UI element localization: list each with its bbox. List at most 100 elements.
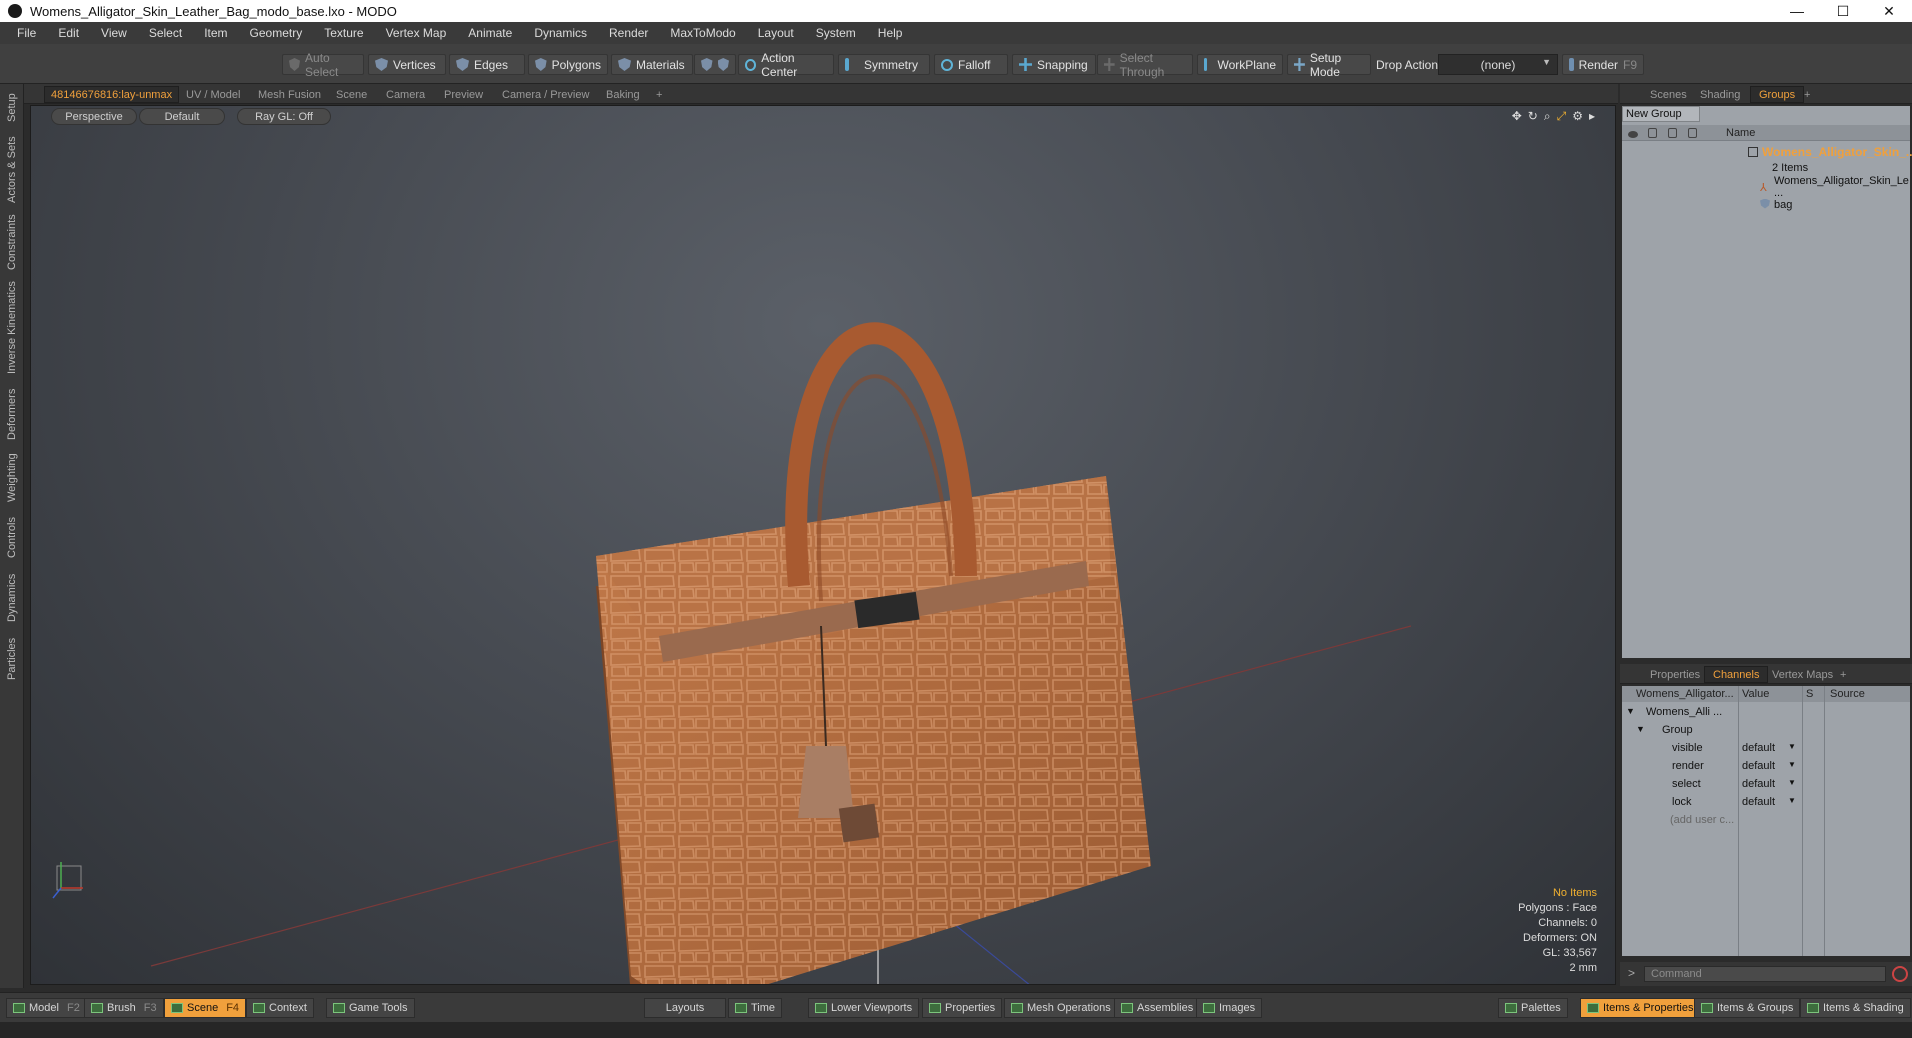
channel-group-row[interactable]: ▼ Group xyxy=(1622,722,1910,740)
properties-button[interactable]: Properties xyxy=(922,998,1003,1018)
chevron-down-icon[interactable]: ▼ xyxy=(1788,796,1796,805)
chevron-down-icon[interactable]: ▼ xyxy=(1788,778,1796,787)
tab-particles[interactable]: Particles xyxy=(3,632,21,686)
chevron-down-icon[interactable]: ▼ xyxy=(1788,742,1796,751)
pan-icon[interactable]: ✥ xyxy=(1512,109,1522,124)
menu-dynamics[interactable]: Dynamics xyxy=(523,26,598,40)
tab-scene[interactable]: Scene xyxy=(330,86,373,103)
tab-dynamics[interactable]: Dynamics xyxy=(3,570,21,626)
close-button[interactable]: ✕ xyxy=(1866,0,1912,22)
images-button[interactable]: Images xyxy=(1196,998,1263,1018)
drop-action-dropdown[interactable]: (none) ▼ xyxy=(1438,54,1558,75)
group-child-row[interactable]: ⅄ Womens_Alligator_Skin_Le ... xyxy=(1622,175,1910,199)
menu-render[interactable]: Render xyxy=(598,26,659,40)
items-properties-button[interactable]: Items & Properties xyxy=(1580,998,1701,1018)
layouts-button[interactable]: Layouts xyxy=(644,998,726,1018)
mesh-operations-button[interactable]: Mesh Operations xyxy=(1004,998,1118,1018)
3d-viewport[interactable]: Perspective Default Ray GL: Off ✥ ↻ ⌕ ⤢ … xyxy=(30,105,1616,985)
shading-mode-button[interactable]: Default xyxy=(139,108,225,125)
add-tab-button[interactable]: + xyxy=(1832,666,1854,683)
channel-row[interactable]: visible default ▼ xyxy=(1622,740,1910,758)
maximize-button[interactable]: ☐ xyxy=(1820,0,1866,22)
action-center-button[interactable]: Action Center xyxy=(738,51,834,79)
tab-properties[interactable]: Properties xyxy=(1642,666,1708,683)
menu-animate[interactable]: Animate xyxy=(457,26,523,40)
menu-system[interactable]: System xyxy=(805,26,867,40)
select-through-button[interactable]: Select Through xyxy=(1097,51,1193,79)
add-user-channel-row[interactable]: (add user c... xyxy=(1622,812,1910,830)
selection-sets-button[interactable] xyxy=(694,54,736,75)
polygons-button[interactable]: Polygons xyxy=(528,54,608,75)
symmetry-button[interactable]: Symmetry xyxy=(838,54,930,75)
falloff-button[interactable]: Falloff xyxy=(934,54,1008,75)
menu-help[interactable]: Help xyxy=(867,26,914,40)
menu-edit[interactable]: Edit xyxy=(47,26,90,40)
channel-row[interactable]: render default ▼ xyxy=(1622,758,1910,776)
channel-row[interactable]: lock default ▼ xyxy=(1622,794,1910,812)
tab-camera[interactable]: Camera xyxy=(380,86,431,103)
auto-select-button[interactable]: Auto Select xyxy=(282,51,364,79)
add-tab-button[interactable]: + xyxy=(650,86,668,103)
menu-select[interactable]: Select xyxy=(138,26,193,40)
zoom-icon[interactable]: ⌕ xyxy=(1544,109,1551,124)
minimize-button[interactable]: — xyxy=(1774,0,1820,22)
command-input[interactable]: Command xyxy=(1644,966,1886,982)
tab-constraints[interactable]: Constraints xyxy=(3,212,21,272)
arrow-right-icon[interactable]: ▸ xyxy=(1589,109,1595,124)
tab-setup[interactable]: Setup xyxy=(3,88,21,128)
tab-channels[interactable]: Channels xyxy=(1704,666,1769,683)
group-child-row[interactable]: bag xyxy=(1622,196,1910,214)
add-tab-button[interactable]: + xyxy=(1796,86,1818,103)
tab-preview[interactable]: Preview xyxy=(438,86,489,103)
workplane-button[interactable]: WorkPlane xyxy=(1197,54,1283,75)
menu-maxtomodo[interactable]: MaxToModo xyxy=(659,26,746,40)
expand-icon[interactable]: ▼ xyxy=(1636,724,1645,734)
fit-icon[interactable]: ⤢ xyxy=(1557,109,1567,124)
setup-mode-button[interactable]: Setup Mode xyxy=(1287,51,1371,79)
vertices-button[interactable]: Vertices xyxy=(368,54,446,75)
brush-layout-button[interactable]: Brush F3 xyxy=(84,998,164,1018)
view-mode-button[interactable]: Perspective xyxy=(51,108,137,125)
materials-button[interactable]: Materials xyxy=(611,54,693,75)
menu-texture[interactable]: Texture xyxy=(313,26,374,40)
game-tools-button[interactable]: Game Tools xyxy=(326,998,415,1018)
new-group-button[interactable]: New Group xyxy=(1622,106,1700,122)
menu-file[interactable]: File xyxy=(6,26,47,40)
tab-shading[interactable]: Shading xyxy=(1692,86,1748,103)
lower-viewports-button[interactable]: Lower Viewports xyxy=(808,998,920,1018)
tab-vertex-maps[interactable]: Vertex Maps xyxy=(1764,666,1841,683)
chevron-down-icon[interactable]: ▼ xyxy=(1788,760,1796,769)
items-shading-button[interactable]: Items & Shading xyxy=(1800,998,1911,1018)
channel-item-row[interactable]: ▼ Womens_Alli ... xyxy=(1622,704,1910,722)
tab-actors-sets[interactable]: Actors & Sets xyxy=(3,134,21,206)
assemblies-button[interactable]: Assemblies xyxy=(1114,998,1201,1018)
tab-weighting[interactable]: Weighting xyxy=(3,450,21,506)
menu-vertex-map[interactable]: Vertex Map xyxy=(375,26,458,40)
menu-view[interactable]: View xyxy=(90,26,138,40)
items-groups-button[interactable]: Items & Groups xyxy=(1694,998,1801,1018)
tab-scenes[interactable]: Scenes xyxy=(1642,86,1695,103)
tab-lay-unmax[interactable]: 48146676816:lay-unmax xyxy=(44,86,180,103)
tab-baking[interactable]: Baking xyxy=(600,86,646,103)
channel-row[interactable]: select default ▼ xyxy=(1622,776,1910,794)
rotate-icon[interactable]: ↻ xyxy=(1528,109,1538,124)
channel-value[interactable]: default xyxy=(1742,778,1775,790)
channel-value[interactable]: default xyxy=(1742,796,1775,808)
menu-item[interactable]: Item xyxy=(193,26,238,40)
tab-camera-preview[interactable]: Camera / Preview xyxy=(496,86,595,103)
channel-value[interactable]: default xyxy=(1742,760,1775,772)
time-button[interactable]: Time xyxy=(728,998,783,1018)
tab-controls[interactable]: Controls xyxy=(3,512,21,564)
raygl-button[interactable]: Ray GL: Off xyxy=(237,108,331,125)
edges-button[interactable]: Edges xyxy=(449,54,525,75)
channel-value[interactable]: default xyxy=(1742,742,1775,754)
tab-deformers[interactable]: Deformers xyxy=(3,384,21,444)
tab-mesh-fusion[interactable]: Mesh Fusion xyxy=(252,86,327,103)
context-layout-button[interactable]: Context xyxy=(246,998,314,1018)
snapping-button[interactable]: Snapping xyxy=(1012,54,1096,75)
model-layout-button[interactable]: Model F2 xyxy=(6,998,87,1018)
tab-inverse-kinematics[interactable]: Inverse Kinematics xyxy=(3,278,21,378)
record-icon[interactable] xyxy=(1892,966,1908,982)
render-button[interactable]: Render F9 xyxy=(1562,54,1644,75)
settings-gear-icon[interactable]: ⚙ xyxy=(1572,109,1583,124)
